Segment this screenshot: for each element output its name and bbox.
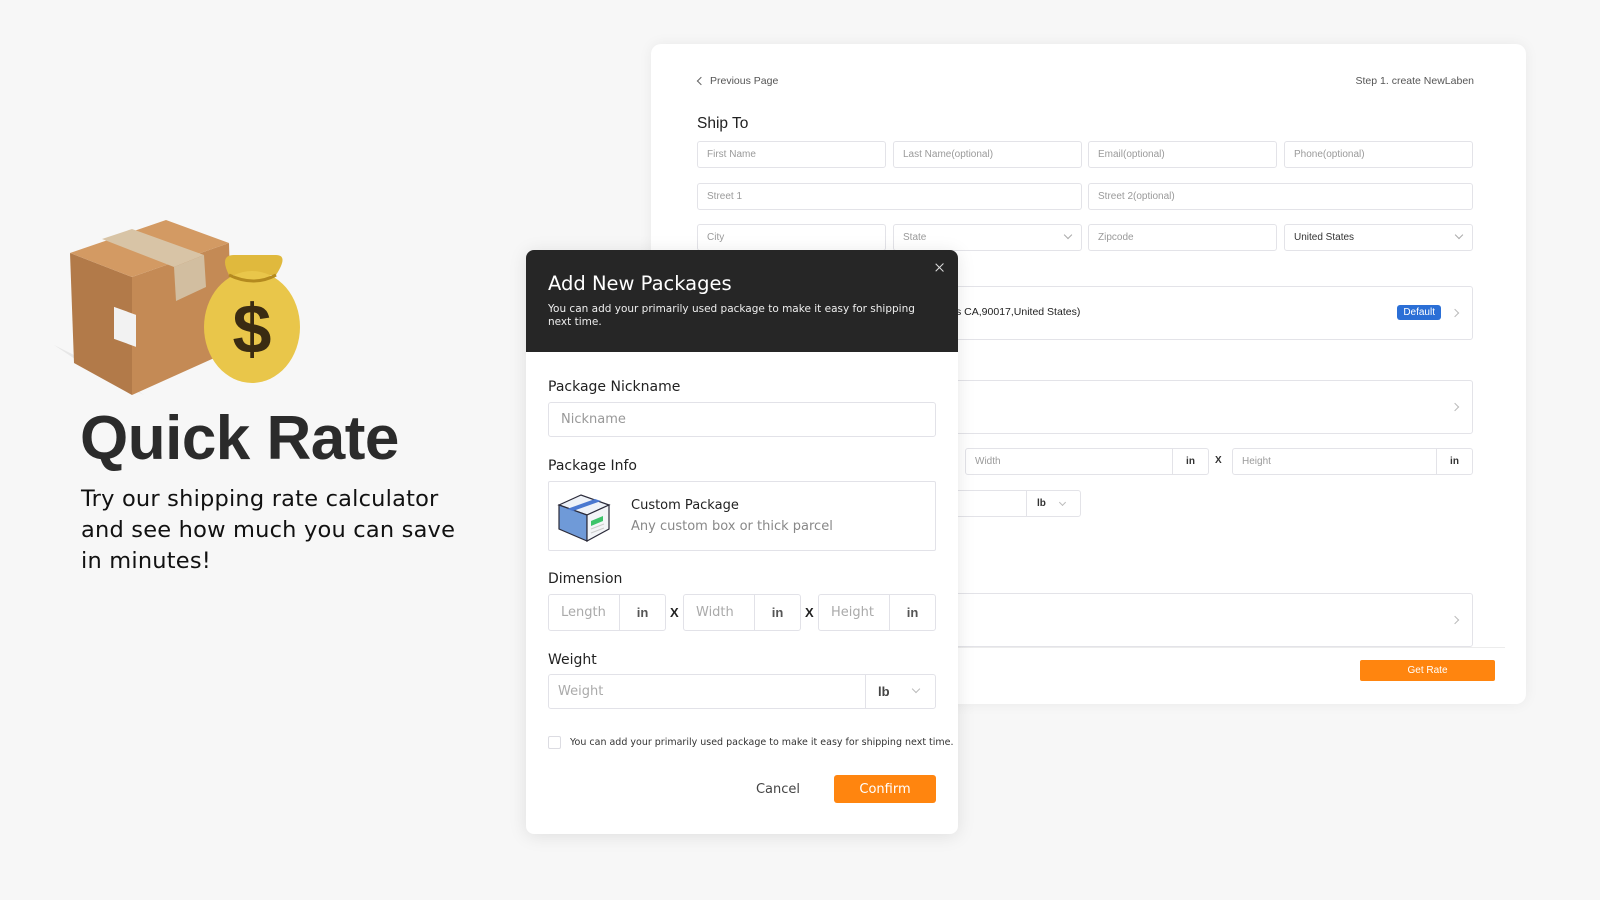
package-info-card[interactable]: Custom Package Any custom box or thick p… — [548, 481, 936, 551]
svg-text:$: $ — [233, 290, 272, 368]
state-select[interactable]: State — [893, 224, 1082, 251]
step-indicator: Step 1. create NewLaben — [1355, 75, 1475, 87]
hero-illustration: $ — [54, 215, 314, 400]
bg-width-input[interactable]: Width in — [965, 448, 1209, 475]
nickname-label: Package Nickname — [548, 379, 681, 395]
email-input[interactable]: Email(optional) — [1088, 141, 1277, 168]
height-placeholder: Height — [831, 605, 874, 620]
country-select-value: United States — [1294, 232, 1355, 243]
state-select-value: State — [903, 232, 927, 243]
width-unit: in — [754, 595, 800, 630]
width-placeholder: Width — [696, 605, 734, 620]
package-name: Custom Package — [631, 498, 739, 513]
chevron-down-icon — [911, 684, 921, 694]
weight-placeholder: Weight — [558, 684, 604, 699]
zipcode-input[interactable]: Zipcode — [1088, 224, 1277, 251]
hero-title: Quick Rate — [80, 404, 399, 473]
times-sign: X — [805, 605, 814, 620]
length-unit: in — [619, 595, 665, 630]
package-description: Any custom box or thick parcel — [631, 519, 833, 534]
times-sign: X — [1215, 455, 1222, 466]
weight-input[interactable]: Weight lb — [548, 674, 936, 709]
street1-input[interactable]: Street 1 — [697, 183, 1082, 210]
weight-unit-select[interactable]: lb — [865, 675, 935, 708]
address-text: s CA,90017,United States) — [956, 306, 1081, 318]
width-input[interactable]: Width in — [683, 594, 801, 631]
bg-height-input[interactable]: Height in — [1232, 448, 1473, 475]
chevron-down-icon — [1063, 230, 1073, 240]
weight-unit-value: lb — [1037, 498, 1046, 509]
get-rate-button[interactable]: Get Rate — [1360, 660, 1495, 681]
last-name-input[interactable]: Last Name(optional) — [893, 141, 1082, 168]
package-info-label: Package Info — [548, 458, 637, 474]
country-select[interactable]: United States — [1284, 224, 1473, 251]
ship-to-title: Ship To — [697, 115, 749, 132]
bg-weight-unit-select[interactable]: lb — [1026, 491, 1080, 516]
first-name-input[interactable]: First Name — [697, 141, 886, 168]
phone-input[interactable]: Phone(optional) — [1284, 141, 1473, 168]
dimension-label: Dimension — [548, 571, 623, 587]
package-box-icon — [54, 220, 232, 395]
previous-page-label: Previous Page — [710, 75, 779, 87]
default-badge: Default — [1397, 305, 1441, 320]
times-sign: X — [670, 605, 679, 620]
modal-header: Add New Packages You can add your primar… — [526, 250, 958, 352]
confirm-button[interactable]: Confirm — [834, 775, 936, 803]
cancel-button[interactable]: Cancel — [748, 775, 808, 803]
street2-input[interactable]: Street 2(optional) — [1088, 183, 1473, 210]
width-unit: in — [1172, 449, 1208, 474]
height-placeholder: Height — [1242, 456, 1271, 467]
chevron-down-icon — [1454, 230, 1464, 240]
previous-page-link[interactable]: Previous Page — [696, 75, 779, 87]
close-icon[interactable] — [932, 260, 948, 276]
city-input[interactable]: City — [697, 224, 886, 251]
height-unit: in — [889, 595, 935, 630]
height-input[interactable]: Height in — [818, 594, 936, 631]
save-package-checkbox[interactable] — [548, 736, 561, 749]
weight-label: Weight — [548, 652, 597, 668]
chevron-down-icon — [1058, 498, 1066, 506]
footer-divider — [957, 647, 1505, 648]
custom-package-icon — [557, 494, 611, 543]
modal-title: Add New Packages — [548, 272, 732, 295]
chevron-right-icon — [1450, 308, 1460, 318]
length-input[interactable]: Length in — [548, 594, 666, 631]
nickname-input[interactable]: Nickname — [548, 402, 936, 437]
chevron-right-icon — [1450, 402, 1460, 412]
height-unit: in — [1436, 449, 1472, 474]
width-placeholder: Width — [975, 456, 1001, 467]
save-package-text: You can add your primarily used package … — [570, 737, 954, 748]
modal-description: You can add your primarily used package … — [548, 303, 915, 328]
hero-subtitle: Try our shipping rate calculator and see… — [81, 486, 456, 574]
chevron-right-icon — [1450, 615, 1460, 625]
add-package-modal: Add New Packages You can add your primar… — [526, 250, 958, 834]
length-placeholder: Length — [561, 605, 606, 620]
weight-unit-value: lb — [878, 684, 890, 699]
chevron-left-icon — [696, 76, 706, 86]
bg-weight-input[interactable]: lb — [941, 490, 1081, 517]
